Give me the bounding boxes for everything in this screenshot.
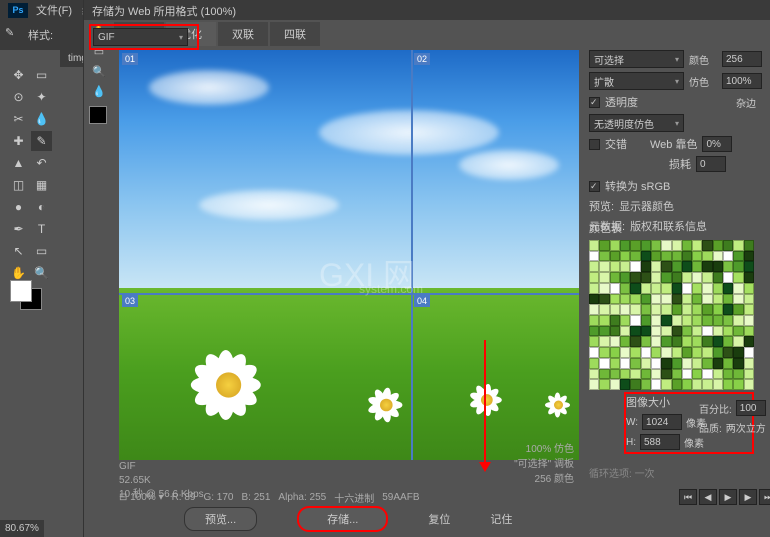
heal-tool[interactable]: ✚ xyxy=(8,131,29,151)
lossy-input[interactable] xyxy=(696,156,726,172)
move-tool[interactable]: ✥ xyxy=(8,65,29,85)
save-for-web-dialog: 存储为 Web 所用格式 (100%) ✋ ▭ 🔍 💧 原稿 优化 双联 四联 xyxy=(83,0,770,537)
loop-label: 循环选项: xyxy=(589,469,632,480)
color-swatch[interactable] xyxy=(10,280,45,310)
history-brush[interactable]: ↶ xyxy=(31,153,52,173)
g-value: G: 170 xyxy=(203,492,233,503)
tab-fourup[interactable]: 四联 xyxy=(270,22,320,46)
lasso-tool[interactable]: ⊙ xyxy=(8,87,29,107)
slice-02[interactable]: 02 xyxy=(414,53,430,65)
trans-dither-dropdown[interactable]: 无透明度仿色▾ xyxy=(589,114,684,132)
ps-logo: Ps xyxy=(8,3,28,18)
dodge-tool[interactable]: ◐ xyxy=(31,197,52,217)
remember-button[interactable]: 记住 xyxy=(490,511,512,527)
percent-input[interactable] xyxy=(736,400,766,416)
watermark-sub: system.com xyxy=(359,282,423,296)
preview-color xyxy=(89,106,107,124)
menu-file[interactable]: 文件(F) xyxy=(36,2,72,18)
text-tool[interactable]: T xyxy=(31,219,52,239)
srgb-checkbox[interactable] xyxy=(589,181,600,192)
wand-tool[interactable]: ✦ xyxy=(31,87,52,107)
tools-panel: ✥▭ ⊙✦ ✂💧 ✚✎ ▲↶ ◫▦ ●◐ ✒T ↖▭ ✋🔍 xyxy=(5,60,55,290)
style-label: 样式: xyxy=(28,27,53,43)
r-value: R: 89 xyxy=(172,492,196,503)
brush-tool[interactable]: ✎ xyxy=(31,131,52,151)
save-button[interactable]: 存储... xyxy=(297,506,388,532)
slice-04[interactable]: 04 xyxy=(414,295,430,307)
dither-pct-label: 仿色 xyxy=(689,74,717,89)
dither-dropdown[interactable]: 扩散▾ xyxy=(589,72,684,90)
zoom-status: 80.67% xyxy=(0,520,44,537)
srgb-label: 转换为 sRGB xyxy=(605,178,670,194)
preview-button[interactable]: 预览... xyxy=(184,507,257,531)
width-input[interactable] xyxy=(642,414,682,430)
shape-tool[interactable]: ▭ xyxy=(31,241,52,261)
transparency-checkbox[interactable] xyxy=(589,97,600,108)
slice-01[interactable]: 01 xyxy=(122,53,138,65)
alpha-value: Alpha: 255 xyxy=(278,492,326,503)
pen-tool[interactable]: ✒ xyxy=(8,219,29,239)
annotation-arrow xyxy=(484,340,486,470)
path-tool[interactable]: ↖ xyxy=(8,241,29,261)
colors-label: 颜色 xyxy=(689,52,717,67)
slice-03[interactable]: 03 xyxy=(122,295,138,307)
preview-value[interactable]: 显示器颜色 xyxy=(619,198,674,214)
quality-dropdown[interactable]: 两次立方 xyxy=(726,420,766,435)
nav-last[interactable]: ⏭ xyxy=(759,489,770,505)
matte-label: 杂边 xyxy=(736,95,764,110)
brush-icon: ✎ xyxy=(5,26,23,44)
fg-color[interactable] xyxy=(10,280,32,302)
stamp-tool[interactable]: ▲ xyxy=(8,153,29,173)
format-dropdown[interactable]: GIF▾ xyxy=(93,28,188,46)
dither-pct-input[interactable] xyxy=(722,73,762,89)
zoom-icon[interactable]: 🔍 xyxy=(89,62,109,80)
blur-tool[interactable]: ● xyxy=(8,197,29,217)
reduction-dropdown[interactable]: 可选择▾ xyxy=(589,50,684,68)
preview-label: 预览: xyxy=(589,198,614,214)
lossy-label: 损耗 xyxy=(669,156,691,172)
transparency-label: 透明度 xyxy=(605,94,638,110)
dialog-title: 存储为 Web 所用格式 (100%) xyxy=(84,0,770,20)
colors-input[interactable] xyxy=(722,51,762,67)
websnap-input[interactable] xyxy=(702,136,732,152)
crop-tool[interactable]: ✂ xyxy=(8,109,29,129)
hex-value: 59AAFB xyxy=(382,492,419,503)
preview-right-info: 100% 仿色 "可选择" 调板 256 颜色 xyxy=(479,440,574,485)
percent-label: 百分比: xyxy=(699,401,732,416)
interlaced-checkbox[interactable] xyxy=(589,139,600,150)
reset-button[interactable]: 复位 xyxy=(428,511,450,527)
websnap-label: Web 靠色 xyxy=(650,136,697,152)
interlaced-label: 交错 xyxy=(605,136,627,152)
zoom-dropdown[interactable]: ⊟ 100% ▾ xyxy=(119,492,164,503)
gradient-tool[interactable]: ▦ xyxy=(31,175,52,195)
marquee-tool[interactable]: ▭ xyxy=(31,65,52,85)
eyedropper-tool[interactable]: 💧 xyxy=(31,109,52,129)
tab-twoup[interactable]: 双联 xyxy=(218,22,268,46)
b-value: B: 251 xyxy=(242,492,271,503)
loop-dropdown[interactable]: 一次 xyxy=(635,469,655,480)
color-table-label: 颜色表 xyxy=(589,220,759,236)
height-input[interactable] xyxy=(640,434,680,450)
eraser-tool[interactable]: ◫ xyxy=(8,175,29,195)
quality-label: 品质: xyxy=(699,420,722,435)
color-table-grid[interactable] xyxy=(589,240,754,390)
dropper-icon[interactable]: 💧 xyxy=(89,82,109,100)
image-preview[interactable]: 01 02 03 04 GXI 网 system.com xyxy=(119,50,579,460)
hex-label: 十六进制 xyxy=(334,490,374,505)
